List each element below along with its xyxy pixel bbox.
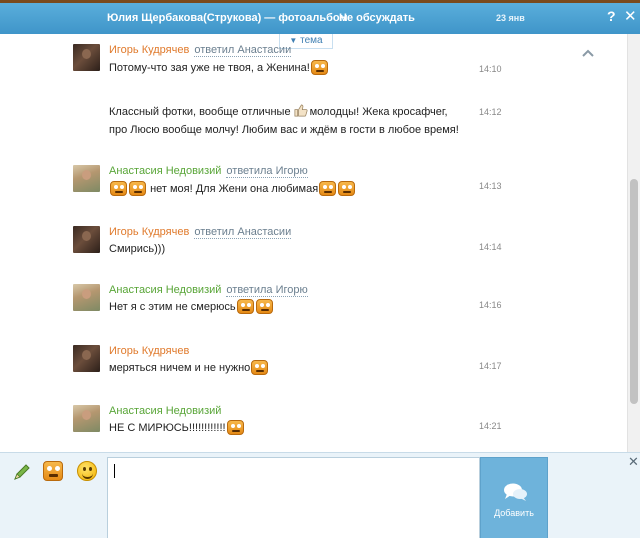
author-name[interactable]: Анастасия Недовизий <box>109 284 221 296</box>
message-text: Смирись))) <box>109 243 166 255</box>
avatar[interactable] <box>73 44 100 71</box>
smiley-icon <box>129 181 146 196</box>
message-text: нет моя! Для Жени она любимая <box>109 180 356 198</box>
message-text: Нет я с этим не смерюсь <box>109 298 274 316</box>
comment-composer: Добавить ✕ <box>0 452 640 538</box>
author-name[interactable]: Анастасия Недовизий <box>109 165 221 177</box>
add-comment-button[interactable]: Добавить <box>480 457 548 538</box>
close-icon[interactable]: ✕ <box>624 7 637 25</box>
sticker-icon[interactable] <box>43 461 65 483</box>
smiley-icon <box>236 299 254 314</box>
smiley-icon <box>319 181 337 196</box>
album-title[interactable]: Юлия Щербакова(Струкова) — фотоальбом <box>107 12 348 24</box>
chevron-up-icon[interactable] <box>581 47 595 61</box>
smiley-icon <box>110 181 127 196</box>
smiley-icon <box>226 420 244 435</box>
smiley-icon <box>310 60 328 75</box>
close-icon[interactable]: ✕ <box>628 454 639 470</box>
message-time: 14:17 <box>479 361 502 371</box>
message-time: 14:12 <box>479 107 502 117</box>
author-name[interactable]: Анастасия Недовизий <box>109 405 221 417</box>
author-name[interactable]: Игорь Кудрячев <box>109 226 189 238</box>
add-comment-label: Добавить <box>494 508 534 518</box>
message-time: 14:10 <box>479 64 502 74</box>
avatar[interactable] <box>73 405 100 432</box>
help-icon[interactable]: ? <box>607 8 616 24</box>
avatar[interactable] <box>73 226 100 253</box>
smiley-icon <box>338 181 356 196</box>
message-text: Потому-что зая уже не твоя, а Женина! <box>109 59 329 77</box>
reply-to-link[interactable]: ответила Игорю <box>226 165 308 178</box>
text-caret <box>114 464 115 478</box>
dont-discuss-link[interactable]: Не обсуждать <box>339 12 415 24</box>
pencil-icon[interactable] <box>11 461 33 483</box>
message-time: 14:14 <box>479 242 502 252</box>
message-time: 14:13 <box>479 181 502 191</box>
smiley-icon <box>251 360 269 375</box>
message-time: 14:16 <box>479 300 502 310</box>
smiley-icon <box>255 299 273 314</box>
scrollbar[interactable] <box>627 34 640 452</box>
avatar[interactable] <box>73 345 100 372</box>
message-list: Игорь Кудрячев ответил Анастасии Потому-ч… <box>0 34 627 452</box>
author-name[interactable]: Игорь Кудрячев <box>109 345 189 357</box>
emoji-icon[interactable] <box>77 461 99 483</box>
avatar[interactable] <box>73 165 100 192</box>
header-date: 23 янв <box>496 13 525 23</box>
author-name[interactable]: Игорь Кудрячев <box>109 44 189 56</box>
message-text: меряться ничем и не нужно <box>109 359 269 377</box>
comment-input[interactable] <box>108 458 479 538</box>
message-text: НЕ С МИРЮСЬ!!!!!!!!!!!! <box>109 419 245 437</box>
reply-to-link[interactable]: ответила Игорю <box>226 284 308 297</box>
reply-to-link[interactable]: ответил Анастасии <box>194 44 292 57</box>
speech-bubbles-icon <box>504 483 527 501</box>
message-time: 14:21 <box>479 421 502 431</box>
thumbs-up-icon <box>294 104 308 117</box>
reply-to-link[interactable]: ответил Анастасии <box>194 226 292 239</box>
message-text: Классный фотки, вообще отличные молодцы! … <box>109 103 459 139</box>
comment-input-box[interactable] <box>107 457 480 538</box>
avatar[interactable] <box>73 284 100 311</box>
scrollbar-thumb[interactable] <box>630 179 638 404</box>
header-bar: Юлия Щербакова(Струкова) — фотоальбом Не… <box>0 0 640 34</box>
